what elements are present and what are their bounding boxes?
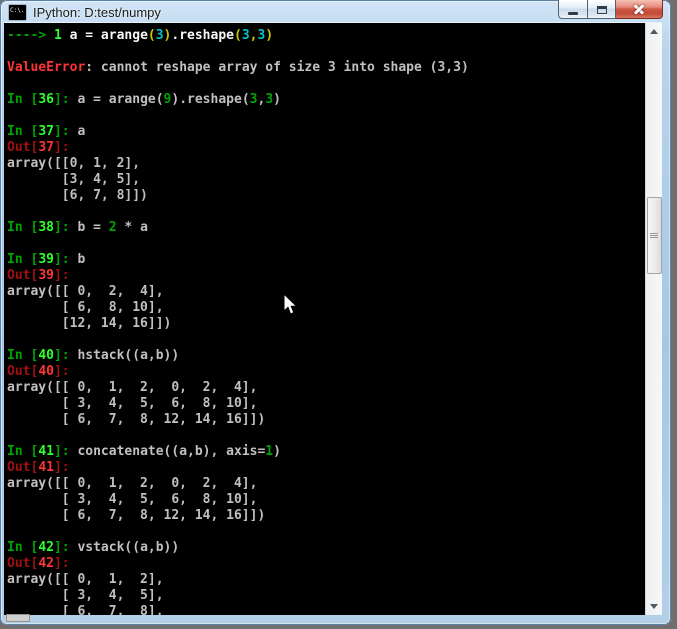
console-line: In [38]: b = 2 * a: [7, 220, 148, 235]
thumb-grip-icon: [650, 233, 658, 238]
console-line: array([[ 0, 2, 4],: [7, 284, 164, 299]
scroll-up-button[interactable]: [646, 23, 662, 40]
console-line: In [39]: b: [7, 252, 86, 267]
console-line: [ 6, 7, 8, 12, 14, 16]]): [7, 412, 266, 427]
console-line: [ 3, 4, 5],: [7, 588, 164, 603]
window-title: IPython: D:test/numpy: [33, 4, 161, 20]
console-line: In [40]: hstack((a,b)): [7, 348, 180, 363]
scroll-down-button[interactable]: [646, 598, 662, 615]
console-line: [6, 7, 8]]): [7, 188, 148, 203]
console-line: [ 6, 8, 10],: [7, 300, 164, 315]
close-icon: [633, 3, 645, 15]
console-line: [ 6, 7, 8],: [7, 604, 164, 615]
arrow-down-icon: [650, 604, 658, 613]
console-line: In [42]: vstack((a,b)): [7, 540, 180, 555]
console-line: ----> 1 a = arange(3).reshape(3,3): [7, 28, 274, 43]
console-window: C:\. IPython: D:test/numpy ----> 1 a = a…: [0, 0, 671, 625]
cmd-icon-text: C:\.: [10, 6, 25, 14]
console-line: In [37]: a: [7, 124, 86, 139]
console-line: [ 6, 7, 8, 12, 14, 16]]): [7, 508, 266, 523]
console-line: In [36]: a = arange(9).reshape(3,3): [7, 92, 281, 107]
arrow-up-icon: [650, 25, 658, 34]
scrollbar-thumb[interactable]: [646, 197, 662, 274]
console-area: ----> 1 a = arange(3).reshape(3,3) Value…: [4, 23, 662, 615]
titlebar[interactable]: C:\. IPython: D:test/numpy: [0, 0, 671, 23]
console-line: Out[39]:: [7, 268, 70, 283]
console-line: ValueError: cannot reshape array of size…: [7, 60, 469, 75]
console-output[interactable]: ----> 1 a = arange(3).reshape(3,3) Value…: [4, 23, 645, 615]
console-line: Out[37]:: [7, 140, 70, 155]
console-line: array([[0, 1, 2],: [7, 156, 141, 171]
console-line: array([[ 0, 1, 2, 0, 2, 4],: [7, 476, 258, 491]
console-line: [3, 4, 5],: [7, 172, 141, 187]
console-line: [ 3, 4, 5, 6, 8, 10],: [7, 492, 258, 507]
maximize-button[interactable]: [587, 0, 616, 19]
close-button[interactable]: [616, 0, 663, 19]
window-controls: [558, 0, 663, 19]
console-line: Out[40]:: [7, 364, 70, 379]
vertical-scrollbar[interactable]: [645, 23, 662, 615]
minimize-button[interactable]: [558, 0, 587, 19]
console-line: Out[41]:: [7, 460, 70, 475]
desktop-background: C:\. IPython: D:test/numpy ----> 1 a = a…: [0, 0, 677, 629]
maximize-icon: [596, 5, 607, 14]
horizontal-scrollbar-stub: [6, 614, 30, 622]
console-line: In [41]: concatenate((a,b), axis=1): [7, 444, 281, 459]
console-line: array([[ 0, 1, 2],: [7, 572, 164, 587]
console-line: [ 3, 4, 5, 6, 8, 10],: [7, 396, 258, 411]
console-line: Out[42]:: [7, 556, 70, 571]
console-line: array([[ 0, 1, 2, 0, 2, 4],: [7, 380, 258, 395]
minimize-icon: [568, 11, 578, 15]
console-line: [12, 14, 16]]): [7, 316, 172, 331]
cmd-app-icon: C:\.: [8, 3, 27, 21]
